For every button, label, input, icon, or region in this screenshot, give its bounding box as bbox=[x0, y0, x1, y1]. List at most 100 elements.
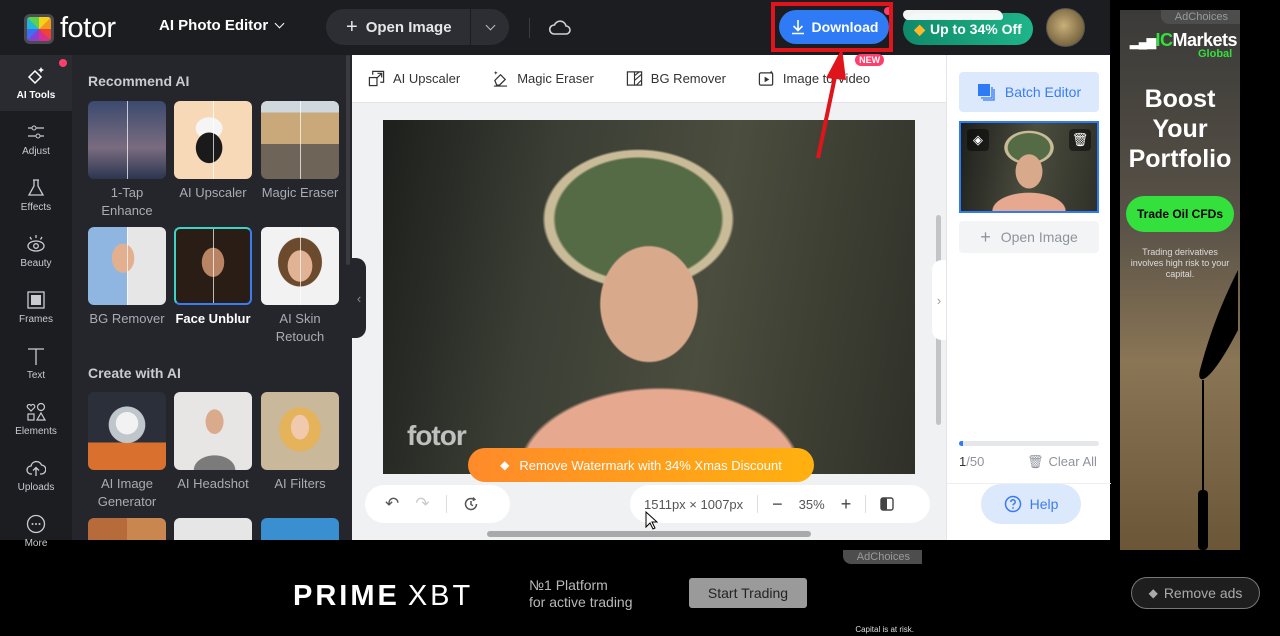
tool-card-label: 1-Tap Enhance bbox=[101, 185, 153, 218]
quick-tools-bar: AI Upscaler Magic Eraser BG Remover Imag… bbox=[352, 54, 946, 103]
nav-more[interactable]: More bbox=[0, 503, 72, 559]
history-icon[interactable] bbox=[463, 496, 479, 512]
collapse-right-panel-button[interactable]: › bbox=[932, 260, 946, 340]
tool-card-partial[interactable] bbox=[261, 518, 339, 540]
clear-all-label: Clear All bbox=[1048, 454, 1097, 469]
bottom-advertisement[interactable]: AdChoices PRIME XBT №1 Platform for active… bbox=[195, 550, 922, 636]
chevron-down-icon bbox=[485, 20, 495, 30]
fotor-logo[interactable]: fotor bbox=[24, 12, 116, 45]
tool-card-magic-eraser[interactable]: Magic Eraser bbox=[261, 101, 339, 202]
panel-scrollbar[interactable] bbox=[346, 55, 350, 265]
tool-card-partial[interactable] bbox=[88, 518, 166, 540]
zoom-level[interactable]: 35% bbox=[799, 497, 825, 512]
nav-label: Uploads bbox=[17, 481, 55, 493]
quick-tool-bg-remover[interactable]: BG Remover bbox=[626, 70, 726, 87]
tool-card-bg-remover[interactable]: BG Remover bbox=[88, 227, 166, 328]
chevron-left-icon: ‹ bbox=[356, 290, 362, 306]
remove-ads-button[interactable]: ◆ Remove ads bbox=[1131, 577, 1260, 609]
tool-card-label: BG Remover bbox=[89, 311, 165, 326]
ad-cta-button[interactable]: Trade Oil CFDs bbox=[1126, 196, 1234, 232]
help-button[interactable]: Help bbox=[981, 484, 1081, 524]
open-image-button[interactable]: + Open Image bbox=[326, 9, 471, 45]
zoom-in-button[interactable]: + bbox=[841, 494, 852, 515]
divider bbox=[529, 18, 530, 38]
tool-card-ai-headshot[interactable]: AI Headshot bbox=[174, 392, 252, 493]
diamond-icon: ◆ bbox=[914, 20, 925, 37]
canvas-image[interactable]: fotor bbox=[383, 120, 915, 474]
upscale-icon bbox=[368, 70, 385, 87]
tool-card-1-tap-enhance[interactable]: 1-Tap Enhance bbox=[88, 101, 166, 220]
tool-thumbnail bbox=[261, 101, 339, 179]
ad-brand-xbt: XBT bbox=[407, 580, 474, 612]
flask-icon bbox=[27, 178, 45, 196]
user-avatar[interactable] bbox=[1046, 8, 1085, 47]
tool-thumbnail bbox=[174, 227, 252, 305]
quick-tool-magic-eraser[interactable]: Magic Eraser bbox=[492, 70, 594, 87]
tool-card-ai-image-generator[interactable]: AI Image Generator bbox=[88, 392, 166, 511]
zoom-out-button[interactable]: − bbox=[772, 494, 783, 515]
tool-thumbnail bbox=[261, 227, 339, 305]
nav-adjust[interactable]: Adjust bbox=[0, 111, 72, 167]
compare-icon[interactable] bbox=[880, 497, 894, 511]
ad-headline: Boost Your Portfolio bbox=[1128, 85, 1232, 173]
open-image-label: Open Image bbox=[365, 18, 452, 36]
image-thumbnail-selected[interactable]: ◈ 🗑 bbox=[959, 121, 1099, 213]
side-advertisement[interactable]: AdChoices ▂▄▆ICMarkets Global Boost Your… bbox=[1120, 10, 1240, 550]
tool-card-face-unblur[interactable]: Face Unblur bbox=[174, 227, 252, 328]
frame-icon bbox=[27, 290, 45, 309]
oil-pump-silhouette bbox=[1198, 270, 1238, 550]
quick-tool-label: AI Upscaler bbox=[393, 71, 461, 86]
tool-card-ai-upscaler[interactable]: AI Upscaler bbox=[174, 101, 252, 202]
ad-brand-sub: Global bbox=[1198, 48, 1233, 60]
notification-dot bbox=[59, 59, 67, 67]
count-total: /50 bbox=[966, 454, 985, 469]
add-image-button[interactable]: + Open Image bbox=[959, 221, 1099, 253]
redo-icon[interactable]: ↷ bbox=[415, 494, 429, 514]
watermark: fotor bbox=[407, 420, 467, 451]
adchoices-label[interactable]: AdChoices bbox=[842, 550, 922, 564]
open-image-dropdown[interactable] bbox=[471, 20, 509, 30]
nav-uploads[interactable]: Uploads bbox=[0, 447, 72, 503]
tool-thumbnail bbox=[174, 518, 252, 540]
tool-card-partial[interactable] bbox=[174, 518, 252, 540]
remove-watermark-button[interactable]: ◆ Remove Watermark with 34% Xmas Discoun… bbox=[468, 448, 814, 482]
trash-icon[interactable]: 🗑 bbox=[1069, 129, 1091, 151]
horizontal-scrollbar[interactable] bbox=[487, 531, 811, 537]
mouse-cursor bbox=[645, 511, 659, 530]
nav-label: Effects bbox=[20, 201, 52, 213]
adchoices-label[interactable]: AdChoices bbox=[1160, 10, 1240, 24]
sparkle-icon bbox=[27, 66, 44, 84]
tool-card-label: Magic Eraser bbox=[261, 185, 339, 200]
collapse-left-panel-button[interactable]: ‹ bbox=[352, 258, 366, 338]
diamond-icon: ◆ bbox=[500, 458, 510, 472]
product-menu[interactable]: AI Photo Editor bbox=[159, 17, 285, 34]
ad-cta-button[interactable]: Start Trading bbox=[689, 578, 807, 608]
quick-tool-label: BG Remover bbox=[650, 71, 726, 86]
nav-effects[interactable]: Effects bbox=[0, 167, 72, 223]
tool-card-ai-skin-retouch[interactable]: AI Skin Retouch bbox=[261, 227, 339, 346]
tool-thumbnail bbox=[174, 392, 252, 470]
tool-thumbnail bbox=[88, 227, 166, 305]
nav-label: More bbox=[24, 537, 48, 549]
eraser-icon bbox=[494, 70, 508, 87]
sliders-icon bbox=[28, 125, 44, 138]
cloud-icon[interactable] bbox=[548, 17, 572, 37]
clear-all-button[interactable]: 🗑 Clear All bbox=[1027, 454, 1097, 470]
divider bbox=[445, 495, 447, 513]
fotor-logo-icon bbox=[24, 13, 54, 44]
nav-elements[interactable]: Elements bbox=[0, 391, 72, 447]
ad-disclaimer: Capital is at risk. bbox=[855, 625, 914, 634]
layers-icon[interactable]: ◈ bbox=[967, 129, 989, 151]
undo-icon[interactable]: ↶ bbox=[385, 494, 399, 514]
nav-text[interactable]: Text bbox=[0, 335, 72, 391]
quick-tool-ai-upscaler[interactable]: AI Upscaler bbox=[368, 70, 460, 87]
chevron-down-icon bbox=[274, 18, 285, 29]
quick-tool-image-to-video[interactable]: Image to Video NEW bbox=[758, 54, 885, 87]
image-count: 1/50 bbox=[959, 454, 984, 469]
nav-beauty[interactable]: Beauty bbox=[0, 223, 72, 279]
tool-card-ai-filters[interactable]: AI Filters bbox=[261, 392, 339, 493]
cloud-upload-icon bbox=[26, 460, 46, 476]
chevron-right-icon: › bbox=[936, 292, 942, 308]
batch-editor-button[interactable]: Batch Editor bbox=[959, 72, 1099, 112]
nav-frames[interactable]: Frames bbox=[0, 279, 72, 335]
